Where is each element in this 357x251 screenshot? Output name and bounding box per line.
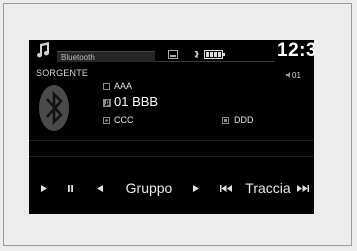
pause-button[interactable] (63, 175, 77, 201)
disc-number: 01 (292, 71, 301, 80)
next-group-icon (193, 184, 199, 192)
status-bar: Bluetooth 12:34 (29, 40, 314, 62)
pause-icon (67, 184, 73, 192)
play-button[interactable] (37, 175, 51, 201)
clock: 12:34 (277, 40, 314, 61)
disc-icon (286, 72, 290, 78)
artist-icon (103, 83, 110, 90)
track-button[interactable]: Traccia (243, 175, 293, 201)
prev-group-icon (97, 184, 103, 192)
source-label: SORGENTE (36, 68, 89, 78)
track-title: 01 BBB (114, 94, 159, 109)
divider (29, 156, 314, 157)
signal-icon (194, 50, 199, 58)
previous-track-button[interactable] (218, 175, 234, 201)
genre-icon (222, 117, 229, 124)
skip-forward-icon (297, 184, 309, 192)
skip-back-icon (220, 184, 232, 192)
group-button[interactable]: Gruppo (117, 175, 181, 201)
source-tab[interactable]: Bluetooth (57, 51, 155, 62)
play-icon (41, 184, 47, 192)
bluetooth-logo (39, 85, 69, 131)
album-icon (103, 117, 110, 124)
divider (29, 140, 314, 141)
genre-text: DDD (234, 115, 254, 125)
previous-group-button[interactable] (93, 175, 107, 201)
phone-icon (168, 50, 178, 59)
song-icon (103, 99, 111, 107)
artist-text: AAA (114, 81, 133, 91)
next-group-button[interactable] (189, 175, 203, 201)
battery-icon (204, 50, 225, 59)
music-icon (37, 42, 50, 58)
next-track-button[interactable] (295, 175, 311, 201)
playback-controls: Gruppo Traccia (29, 175, 314, 201)
audio-screen: Bluetooth 12:34 SORGENTE 01 AAA (29, 40, 314, 214)
status-divider (155, 61, 275, 62)
album-text: CCC (114, 115, 134, 125)
